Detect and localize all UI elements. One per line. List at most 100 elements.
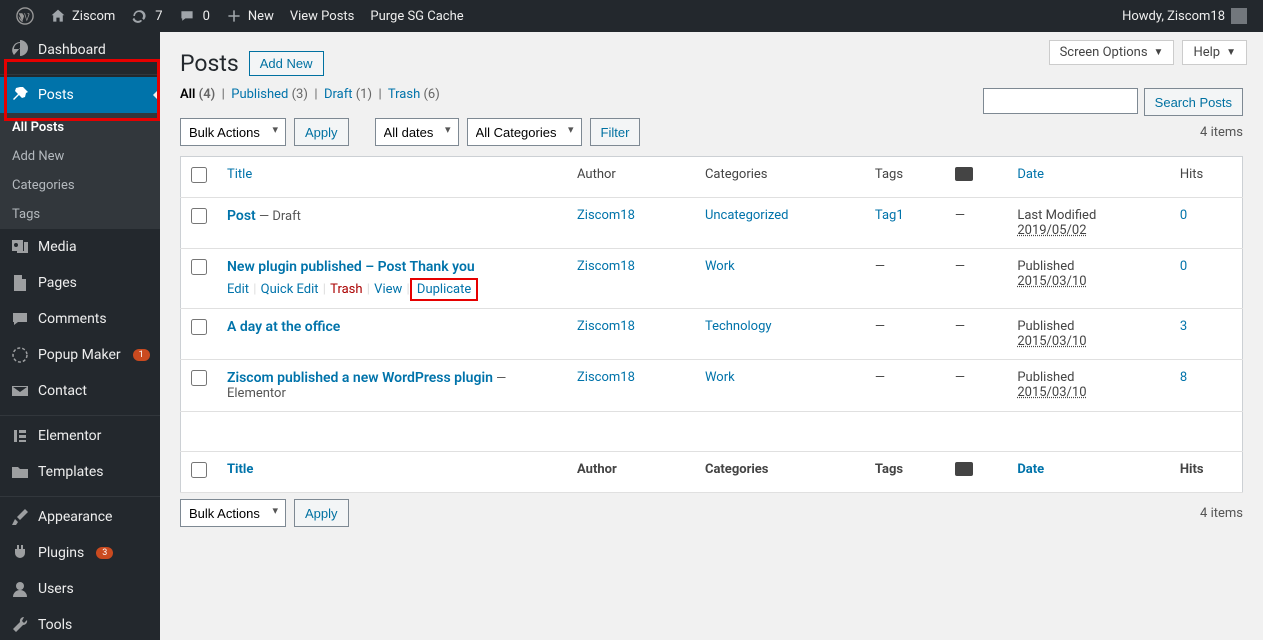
search-input[interactable] bbox=[983, 88, 1138, 114]
search-posts-button[interactable]: Search Posts bbox=[1144, 88, 1243, 116]
author-link[interactable]: Ziscom18 bbox=[577, 259, 635, 274]
plugins-badge: 3 bbox=[96, 547, 113, 559]
author-link[interactable]: Ziscom18 bbox=[577, 319, 635, 334]
quick-edit-link[interactable]: Quick Edit bbox=[261, 282, 319, 297]
col-author: Author bbox=[567, 157, 695, 198]
sidebar-subitem-categories[interactable]: Categories bbox=[0, 171, 160, 200]
select-all-checkbox[interactable] bbox=[191, 167, 207, 183]
view-link[interactable]: View bbox=[374, 282, 402, 297]
post-title-link[interactable]: New plugin published – Post Thank you bbox=[227, 259, 475, 275]
folder-icon bbox=[10, 462, 30, 482]
filter-button[interactable]: Filter bbox=[590, 118, 641, 146]
dashboard-icon bbox=[10, 40, 30, 60]
bulk-actions-select-bottom[interactable]: Bulk Actions bbox=[180, 499, 286, 527]
sidebar-item-comments[interactable]: Comments bbox=[0, 301, 160, 337]
items-count: 4 items bbox=[1200, 125, 1243, 140]
row-checkbox[interactable] bbox=[191, 259, 207, 275]
sidebar-item-media[interactable]: Media bbox=[0, 229, 160, 265]
col-author: Author bbox=[567, 452, 695, 493]
sidebar-item-contact[interactable]: Contact bbox=[0, 373, 160, 409]
post-title-link[interactable]: A day at the office bbox=[227, 319, 340, 335]
page-icon bbox=[10, 273, 30, 293]
bulk-actions-select[interactable]: Bulk Actions bbox=[180, 118, 286, 146]
screen-options-button[interactable]: Screen Options▼ bbox=[1049, 40, 1175, 65]
tags-cell: — bbox=[865, 309, 945, 360]
row-checkbox[interactable] bbox=[191, 319, 207, 335]
sidebar-item-dashboard[interactable]: Dashboard bbox=[0, 32, 160, 68]
plus-icon bbox=[226, 8, 242, 24]
table-row: New plugin published – Post Thank you Ed… bbox=[181, 249, 1243, 309]
category-link[interactable]: Technology bbox=[705, 319, 772, 334]
col-hits: Hits bbox=[1170, 452, 1243, 493]
edit-link[interactable]: Edit bbox=[227, 282, 249, 297]
tags-cell: — bbox=[865, 360, 945, 412]
comment-icon bbox=[955, 462, 973, 476]
sidebar-subitem-tags[interactable]: Tags bbox=[0, 200, 160, 229]
comments-link[interactable]: 0 bbox=[171, 0, 218, 32]
sidebar-item-popup-maker[interactable]: Popup Maker1 bbox=[0, 337, 160, 373]
my-account-link[interactable]: Howdy, Ziscom18 bbox=[1114, 0, 1255, 32]
row-checkbox[interactable] bbox=[191, 208, 207, 224]
comments-icon bbox=[10, 309, 30, 329]
date-filter-select[interactable]: All dates bbox=[375, 118, 459, 146]
tag-link[interactable]: Tag1 bbox=[875, 208, 904, 223]
filter-published[interactable]: Published (3) bbox=[231, 87, 308, 102]
purge-cache-link[interactable]: Purge SG Cache bbox=[362, 0, 471, 32]
wrench-icon bbox=[10, 615, 30, 635]
comments-cell: — bbox=[945, 198, 1007, 249]
category-link[interactable]: Work bbox=[705, 370, 735, 385]
col-title[interactable]: Title bbox=[227, 462, 253, 477]
duplicate-link[interactable]: Duplicate bbox=[417, 282, 471, 297]
sidebar-item-tools[interactable]: Tools bbox=[0, 607, 160, 640]
brush-icon bbox=[10, 507, 30, 527]
wp-logo[interactable] bbox=[8, 0, 42, 32]
hits-link[interactable]: 0 bbox=[1180, 259, 1187, 274]
date-value: 2019/05/02 bbox=[1017, 223, 1086, 238]
select-all-checkbox-bottom[interactable] bbox=[191, 462, 207, 478]
filter-draft[interactable]: Draft (1) bbox=[324, 87, 372, 102]
post-title-link[interactable]: Ziscom published a new WordPress plugin bbox=[227, 370, 493, 386]
new-content-link[interactable]: New bbox=[218, 0, 282, 32]
col-date[interactable]: Date bbox=[1017, 167, 1044, 182]
comment-icon bbox=[179, 8, 195, 24]
sidebar-subitem-all-posts[interactable]: All Posts bbox=[0, 113, 160, 142]
sidebar-item-templates[interactable]: Templates bbox=[0, 454, 160, 490]
hits-link[interactable]: 0 bbox=[1180, 208, 1187, 223]
add-new-button[interactable]: Add New bbox=[249, 51, 324, 76]
home-icon bbox=[50, 8, 66, 24]
sidebar-item-plugins[interactable]: Plugins3 bbox=[0, 535, 160, 571]
updates-count: 7 bbox=[155, 9, 162, 24]
category-link[interactable]: Work bbox=[705, 259, 735, 274]
post-title-link[interactable]: Post bbox=[227, 208, 256, 224]
new-label: New bbox=[248, 9, 274, 24]
category-filter-select[interactable]: All Categories bbox=[467, 118, 582, 146]
view-posts-link[interactable]: View Posts bbox=[282, 0, 363, 32]
category-link[interactable]: Uncategorized bbox=[705, 208, 788, 223]
filter-trash[interactable]: Trash (6) bbox=[388, 87, 440, 102]
date-value: 2015/03/10 bbox=[1017, 334, 1086, 349]
sidebar-item-users[interactable]: Users bbox=[0, 571, 160, 607]
row-checkbox[interactable] bbox=[191, 370, 207, 386]
sidebar-item-elementor[interactable]: Elementor bbox=[0, 418, 160, 454]
col-date[interactable]: Date bbox=[1017, 462, 1044, 477]
apply-button-bottom[interactable]: Apply bbox=[294, 499, 349, 527]
sidebar-item-appearance[interactable]: Appearance bbox=[0, 499, 160, 535]
hits-link[interactable]: 8 bbox=[1180, 370, 1187, 385]
help-button[interactable]: Help▼ bbox=[1182, 40, 1247, 65]
site-name-link[interactable]: Ziscom bbox=[42, 0, 123, 32]
updates-link[interactable]: 7 bbox=[123, 0, 170, 32]
sidebar-item-posts[interactable]: Posts bbox=[0, 77, 160, 113]
author-link[interactable]: Ziscom18 bbox=[577, 370, 635, 385]
apply-button[interactable]: Apply bbox=[294, 118, 349, 146]
sidebar-subitem-add-new[interactable]: Add New bbox=[0, 142, 160, 171]
popup-badge: 1 bbox=[133, 349, 150, 361]
pin-icon bbox=[10, 85, 30, 105]
trash-link[interactable]: Trash bbox=[330, 282, 362, 297]
author-link[interactable]: Ziscom18 bbox=[577, 208, 635, 223]
hits-link[interactable]: 3 bbox=[1180, 319, 1187, 334]
col-title[interactable]: Title bbox=[227, 167, 252, 182]
filter-all[interactable]: All (4) bbox=[180, 87, 215, 102]
sidebar-item-pages[interactable]: Pages bbox=[0, 265, 160, 301]
tags-cell: — bbox=[865, 249, 945, 309]
update-icon bbox=[131, 8, 147, 24]
